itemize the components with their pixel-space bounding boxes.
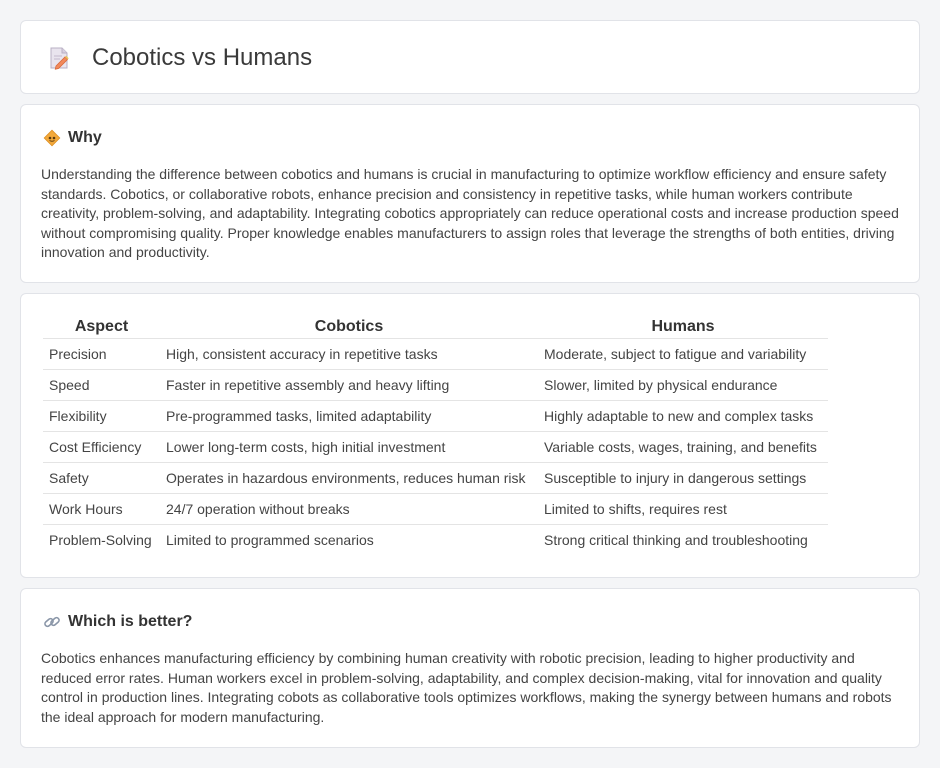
table-row: Work Hours 24/7 operation without breaks… [43, 493, 828, 525]
which-better-card: Which is better? Cobotics enhances manuf… [20, 588, 920, 748]
cobotics-cell: 24/7 operation without breaks [160, 493, 538, 525]
header-card: Cobotics vs Humans [20, 20, 920, 94]
humans-cell: Moderate, subject to fatigue and variabi… [538, 338, 828, 370]
humans-cell: Variable costs, wages, training, and ben… [538, 431, 828, 463]
table-row: Cost Efficiency Lower long-term costs, h… [43, 431, 828, 463]
table-row: Speed Faster in repetitive assembly and … [43, 369, 828, 401]
which-better-paragraph: Cobotics enhances manufacturing efficien… [41, 650, 892, 725]
cobotics-cell: Pre-programmed tasks, limited adaptabili… [160, 400, 538, 432]
header-humans: Humans [538, 316, 828, 339]
aspect-cell: Speed [43, 369, 160, 401]
why-paragraph: Understanding the difference between cob… [41, 166, 899, 261]
aspect-cell: Precision [43, 338, 160, 370]
aspect-cell: Cost Efficiency [43, 431, 160, 463]
link-icon [44, 616, 60, 628]
why-heading: Why [43, 128, 102, 148]
comparison-table: Aspect Cobotics Humans Precision High, c… [43, 316, 828, 555]
header-aspect: Aspect [43, 316, 160, 339]
humans-cell: Highly adaptable to new and complex task… [538, 400, 828, 432]
table-row: Precision High, consistent accuracy in r… [43, 338, 828, 370]
table-row: Safety Operates in hazardous environment… [43, 462, 828, 494]
aspect-cell: Flexibility [43, 400, 160, 432]
header-cobotics: Cobotics [160, 316, 538, 339]
cobotics-cell: Lower long-term costs, high initial inve… [160, 431, 538, 463]
humans-cell: Susceptible to injury in dangerous setti… [538, 462, 828, 494]
comparison-card: Aspect Cobotics Humans Precision High, c… [20, 293, 920, 578]
cobotics-cell: Operates in hazardous environments, redu… [160, 462, 538, 494]
table-header-row: Aspect Cobotics Humans [43, 316, 828, 339]
cobotics-cell: Limited to programmed scenarios [166, 531, 374, 548]
cobotics-cell: High, consistent accuracy in repetitive … [160, 338, 538, 370]
aspect-cell: Work Hours [43, 493, 160, 525]
cobotics-cell: Faster in repetitive assembly and heavy … [160, 369, 538, 401]
why-title: Why [68, 129, 102, 146]
document-pencil-icon [50, 47, 69, 70]
humans-cell: Limited to shifts, requires rest [538, 493, 828, 525]
aspect-cell: Safety [43, 462, 160, 494]
table-row: Problem-Solving Limited to programmed sc… [43, 524, 828, 555]
aspect-cell: Problem-Solving [49, 531, 152, 548]
table-row: Flexibility Pre-programmed tasks, limite… [43, 400, 828, 432]
page-title: Cobotics vs Humans [92, 44, 313, 71]
warning-diamond-icon [43, 129, 61, 147]
why-card: Why Understanding the difference between… [20, 104, 920, 283]
which-better-heading: Which is better? [43, 612, 192, 632]
humans-cell: Slower, limited by physical endurance [538, 369, 828, 401]
humans-cell: Strong critical thinking and troubleshoo… [544, 531, 808, 548]
which-better-title: Which is better? [68, 613, 193, 630]
